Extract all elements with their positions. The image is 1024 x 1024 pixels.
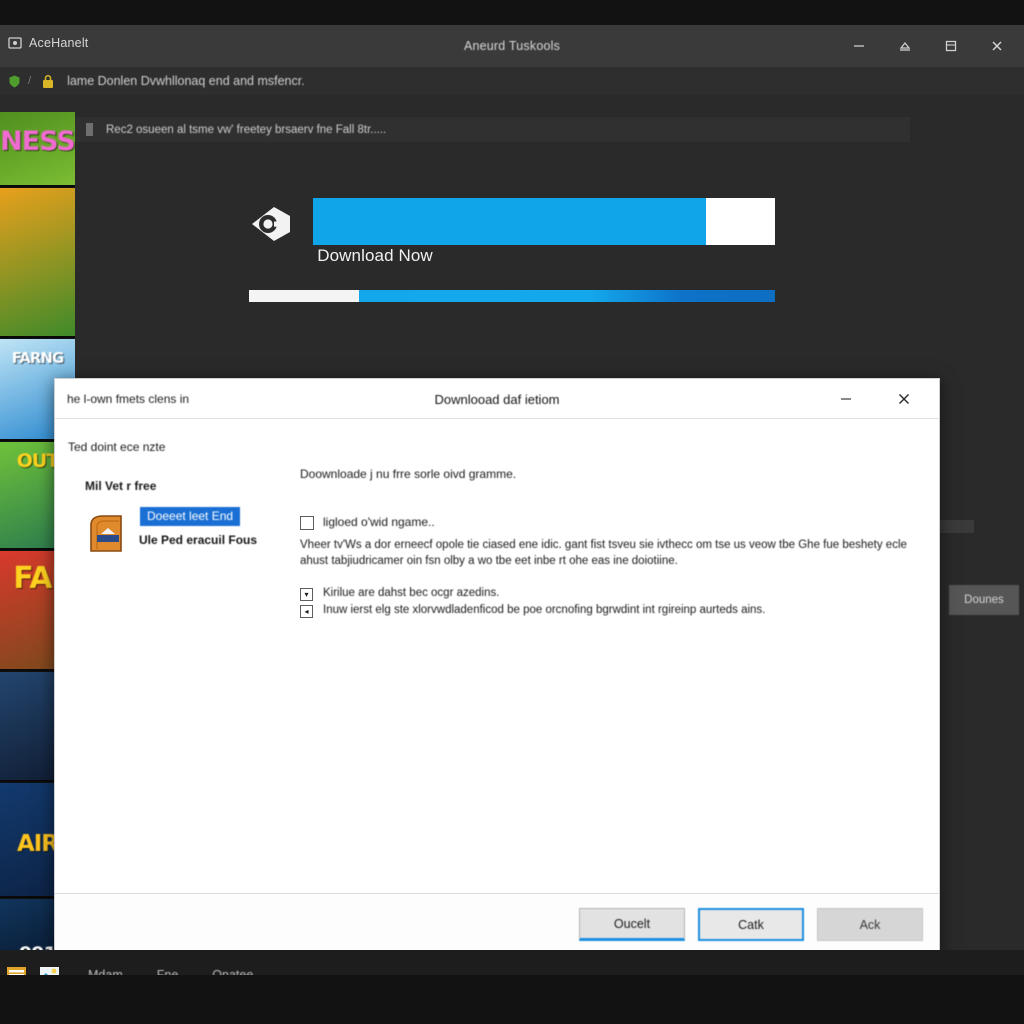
dialog-option-1[interactable]: ▾ Kirilue are dahst bec ocgr azedins.	[300, 587, 499, 601]
download-dialog: he l-own fmets clens in Downlooad daf ie…	[54, 378, 940, 958]
lock-icon[interactable]	[40, 73, 56, 90]
download-arrow-emblem-icon	[250, 204, 294, 244]
dialog-body: Ted doint ece nzte Mil Vet r free Doeeet…	[55, 419, 939, 895]
download-now-label: Download Now	[317, 246, 433, 265]
dialog-ok-button[interactable]: Ack	[817, 908, 923, 941]
dialog-option-1-label: Kirilue are dahst bec ocgr azedins.	[323, 587, 500, 599]
download-progress-bar	[249, 290, 775, 302]
download-now-button[interactable]	[313, 198, 775, 245]
dialog-minimize-icon[interactable]	[823, 379, 869, 419]
app-logo-icon	[8, 36, 22, 50]
option-arrow-icon[interactable]: ◂	[300, 605, 313, 618]
notification-badge-icon	[86, 123, 93, 136]
dialog-footer: Oucelt Catk Ack	[55, 893, 939, 957]
dialog-cancel-button[interactable]: Oucelt	[579, 908, 685, 941]
maximize-button[interactable]	[928, 25, 974, 67]
option-glyph: ◂	[304, 606, 309, 616]
shield-icon[interactable]	[6, 73, 23, 90]
restore-button[interactable]	[882, 25, 928, 67]
address-bar-text[interactable]: lame Donlen Dvwhllonaq end and msfencr.	[67, 74, 305, 88]
download-action-row	[250, 198, 850, 250]
dialog-file-selected-label[interactable]: Doeeet leet End	[140, 507, 241, 526]
download-button-fill	[313, 198, 706, 245]
desktop-bottom-strip	[0, 975, 1024, 1024]
screen-root: AceHanelt Aneurd Tuskools / lame Donlen …	[0, 0, 1024, 1024]
dialog-right-pane: Doownloade j nu frre sorle oivd gramme. …	[295, 419, 925, 895]
dialog-heading: Ted doint ece nzte	[68, 440, 166, 454]
dialog-primary-checkbox-row[interactable]: ligloed o'wid ngame..	[300, 515, 435, 530]
window-titlebar[interactable]: AceHanelt Aneurd Tuskools	[0, 25, 1024, 67]
game-thumb-2[interactable]	[0, 188, 75, 338]
dialog-option-2[interactable]: ◂ Inuw ierst elg ste xlorvwdladenficod b…	[300, 604, 765, 618]
notification-text: Rec2 osueen al tsme vw' freetey brsaerv …	[106, 123, 387, 136]
minimize-button[interactable]	[836, 25, 882, 67]
dialog-file-caption: Ule Ped eracuil Fous	[139, 533, 258, 547]
progress-segment-white	[249, 290, 360, 302]
app-name-label: AceHanelt	[29, 36, 89, 50]
dialog-close-icon[interactable]	[881, 379, 927, 419]
folder-package-icon	[87, 513, 131, 555]
side-action-button[interactable]: Dounes	[949, 585, 1019, 615]
game-thumb-3-title: FARNG	[11, 349, 65, 367]
window-controls	[836, 25, 1020, 67]
option-glyph: ▾	[304, 589, 309, 599]
checkbox-icon[interactable]	[300, 516, 314, 530]
option-dropdown-icon[interactable]: ▾	[300, 588, 313, 601]
notification-row: Rec2 osueen al tsme vw' freetey brsaerv …	[60, 117, 910, 142]
dialog-option-2-label: Inuw ierst elg ste xlorvwdladenficod be …	[323, 604, 766, 616]
dialog-back-button[interactable]: Catk	[698, 908, 804, 941]
dialog-subheading: Mil Vet r free	[85, 479, 157, 493]
dialog-lead-text: Doownloade j nu frre sorle oivd gramme.	[300, 467, 517, 481]
application-window: AceHanelt Aneurd Tuskools / lame Donlen …	[0, 25, 1024, 1000]
game-thumb-1-title: NESS	[0, 126, 75, 157]
dialog-description-paragraph: Vheer tv'Ws a dor erneecf opole tie cias…	[300, 539, 907, 567]
game-thumb-1[interactable]: NESS	[0, 112, 75, 187]
close-button[interactable]	[974, 25, 1020, 67]
desktop-top-strip	[0, 0, 1024, 25]
window-app-identity: AceHanelt	[8, 36, 88, 50]
progress-segment-blue	[359, 290, 775, 302]
dialog-button-row: Oucelt Catk Ack	[579, 908, 923, 941]
dialog-title-left-label: he l-own fmets clens in	[67, 392, 190, 406]
toolbar-separator: /	[28, 75, 32, 87]
dialog-titlebar[interactable]: he l-own fmets clens in Downlooad daf ie…	[55, 379, 939, 419]
dialog-primary-checkbox-label: ligloed o'wid ngame..	[323, 515, 435, 529]
browser-toolbar: / lame Donlen Dvwhllonaq end and msfencr…	[0, 67, 1024, 95]
